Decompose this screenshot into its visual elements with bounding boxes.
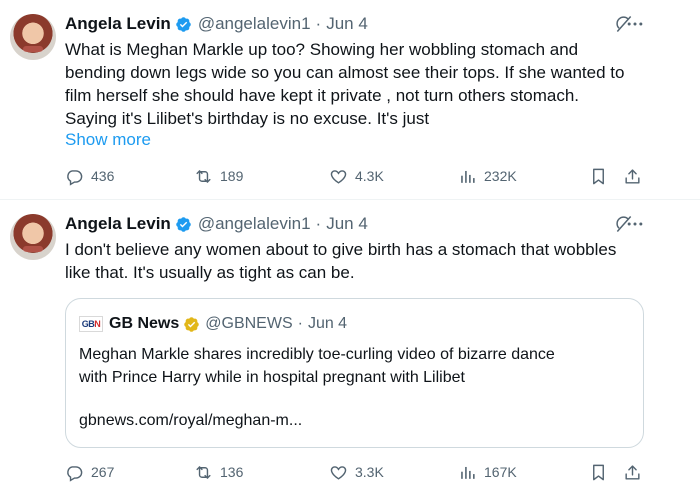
- like-button[interactable]: 4.3K: [329, 164, 384, 188]
- tweet-text-line: Saying it's Lilibet's birthday is no exc…: [65, 109, 430, 128]
- tweet-text-line: I don't believe any women about to give …: [65, 240, 617, 259]
- share-icon: [623, 167, 642, 186]
- quote-text-line: with Prince Harry while in hospital preg…: [79, 369, 465, 386]
- gb-logo-text: GB: [81, 319, 95, 329]
- author-name[interactable]: Angela Levin: [65, 214, 171, 234]
- reply-count: 436: [91, 168, 115, 184]
- reply-count: 267: [91, 464, 115, 480]
- bookmark-icon: [589, 167, 608, 186]
- share-icon: [623, 463, 642, 482]
- action-bar: 436 189 4.3K 232K: [65, 164, 645, 188]
- post-date[interactable]: Jun 4: [326, 14, 368, 34]
- views-icon: [458, 167, 477, 186]
- repost-button[interactable]: 189: [194, 164, 243, 188]
- share-button[interactable]: [623, 460, 642, 484]
- tweet-text-line: like that. It's usually as tight as can …: [65, 263, 355, 282]
- separator-dot: ·: [315, 14, 322, 33]
- action-bar: 267 136 3.3K 167K: [65, 460, 645, 484]
- tweet-text-line: What is Meghan Markle up too? Showing he…: [65, 40, 579, 59]
- views-count: 232K: [484, 168, 517, 184]
- like-button[interactable]: 3.3K: [329, 460, 384, 484]
- views-count: 167K: [484, 464, 517, 480]
- author-handle[interactable]: @angelalevin1: [198, 214, 311, 234]
- bookmark-button[interactable]: [589, 460, 608, 484]
- quote-date[interactable]: Jun 4: [308, 315, 347, 333]
- quote-header: GB N GB News @GBNEWS · Jun 4: [79, 315, 347, 333]
- post-date[interactable]: Jun 4: [326, 214, 368, 234]
- separator-dot: ·: [297, 315, 303, 332]
- tweet-header: Angela Levin @angelalevin1 · Jun 4: [65, 213, 368, 235]
- tweet-header: Angela Levin @angelalevin1 · Jun 4: [65, 13, 368, 35]
- quote-author-name[interactable]: GB News: [109, 315, 179, 333]
- more-icon[interactable]: [625, 214, 645, 234]
- tweet-text-line: film herself she should have kept it pri…: [65, 86, 580, 105]
- author-handle[interactable]: @angelalevin1: [198, 14, 311, 34]
- like-count: 3.3K: [355, 464, 384, 480]
- reply-button[interactable]: 436: [65, 164, 114, 188]
- verified-badge-icon[interactable]: [175, 16, 192, 33]
- separator-dot: ·: [315, 214, 322, 233]
- tweet[interactable]: Angela Levin @angelalevin1 · Jun 4 I don…: [0, 200, 700, 488]
- gb-logo-text-red: N: [94, 319, 101, 329]
- quote-link[interactable]: gbnews.com/royal/meghan-m...: [79, 412, 302, 430]
- repost-count: 189: [220, 168, 244, 184]
- more-icon[interactable]: [625, 14, 645, 34]
- show-more-link[interactable]: Show more: [65, 130, 151, 150]
- quote-text: Meghan Markle shares incredibly toe-curl…: [79, 343, 634, 389]
- bookmark-button[interactable]: [589, 164, 608, 188]
- tweet[interactable]: Angela Levin @angelalevin1 · Jun 4 What …: [0, 0, 700, 200]
- reply-icon: [65, 463, 84, 482]
- tweet-text-line: bending down legs wide so you can almost…: [65, 63, 625, 82]
- views-icon: [458, 463, 477, 482]
- avatar[interactable]: [10, 214, 56, 260]
- quoted-tweet-card[interactable]: GB N GB News @GBNEWS · Jun 4 Meghan Markl…: [65, 298, 644, 448]
- tweet-text: I don't believe any women about to give …: [65, 238, 665, 284]
- views-button[interactable]: 167K: [458, 460, 517, 484]
- like-icon: [329, 167, 348, 186]
- repost-button[interactable]: 136: [194, 460, 243, 484]
- quote-author-handle[interactable]: @GBNEWS: [205, 315, 292, 333]
- verified-badge-icon[interactable]: [175, 216, 192, 233]
- like-count: 4.3K: [355, 168, 384, 184]
- avatar[interactable]: [10, 14, 56, 60]
- bookmark-icon: [589, 463, 608, 482]
- tweet-text: What is Meghan Markle up too? Showing he…: [65, 38, 665, 130]
- author-name[interactable]: Angela Levin: [65, 14, 171, 34]
- repost-count: 136: [220, 464, 244, 480]
- reply-icon: [65, 167, 84, 186]
- gold-verified-badge-icon[interactable]: [183, 316, 200, 333]
- gb-news-logo[interactable]: GB N: [79, 316, 103, 332]
- repost-icon: [194, 463, 213, 482]
- repost-icon: [194, 167, 213, 186]
- share-button[interactable]: [623, 164, 642, 188]
- like-icon: [329, 463, 348, 482]
- reply-button[interactable]: 267: [65, 460, 114, 484]
- views-button[interactable]: 232K: [458, 164, 517, 188]
- quote-text-line: Meghan Markle shares incredibly toe-curl…: [79, 346, 555, 363]
